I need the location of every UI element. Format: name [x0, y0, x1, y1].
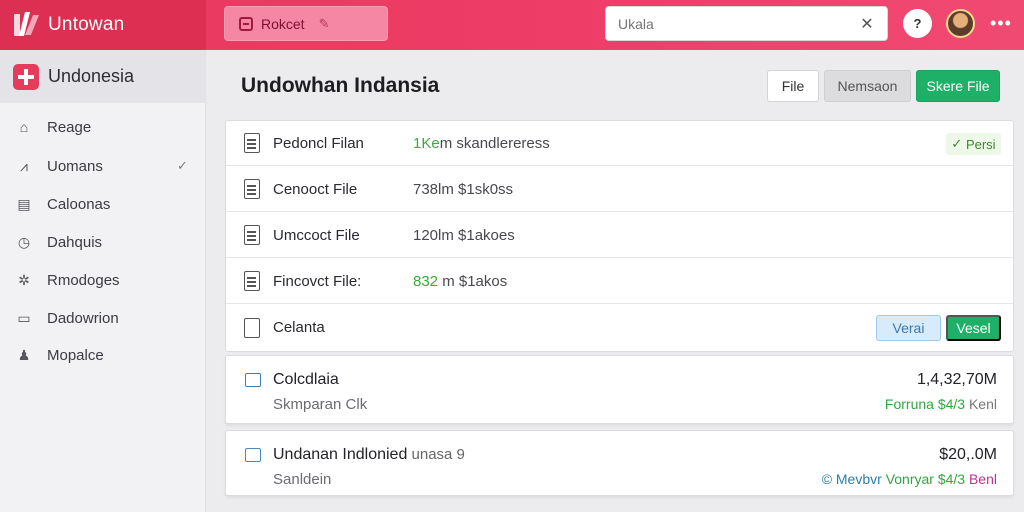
- document-icon: [244, 271, 260, 291]
- file-row[interactable]: Cenooct File 738lm $1sk0ss: [226, 167, 1013, 212]
- file-list: Pedoncl Filan 1Kem skandlereress ✓ Persi…: [225, 120, 1014, 352]
- clock-icon: ◷: [17, 233, 31, 250]
- file-name: Celanta: [273, 319, 325, 336]
- file-button[interactable]: File: [767, 70, 819, 102]
- pencil-icon: ✎: [318, 15, 330, 31]
- sidebar: Undonesia ⌂ Reage ⩘ Uomans ✓ ▤ Caloonas …: [0, 50, 206, 512]
- chart-icon: ⩘: [20, 157, 28, 174]
- more-icon[interactable]: •••: [990, 13, 1012, 34]
- file-name: Cenooct File: [273, 180, 358, 198]
- share-file-button[interactable]: Skere File: [916, 70, 1000, 102]
- sidebar-item-dahquis[interactable]: ◷ Dahquis: [0, 223, 206, 261]
- file-row[interactable]: Pedoncl Filan 1Kem skandlereress ✓ Persi: [226, 121, 1013, 166]
- document-icon: [244, 225, 260, 245]
- file-row[interactable]: Celanta Verai Vesel: [226, 305, 1013, 350]
- rocket-action-button[interactable]: Rokcet ✎: [224, 6, 388, 41]
- file-name: Umccoct File: [273, 226, 360, 244]
- sidebar-item-label: Dahquis: [47, 233, 103, 251]
- search-box[interactable]: ✕: [605, 6, 888, 41]
- file-meta: 832 m $1akos: [413, 272, 508, 290]
- status-badge: ✓ Persi: [946, 133, 1001, 155]
- sidebar-item-label: Caloonas: [47, 195, 111, 213]
- sidebar-item-dadowrion[interactable]: ▭ Dadowrion: [0, 299, 206, 337]
- gear-icon: ✲: [18, 271, 30, 288]
- summary-card[interactable]: Colcdlaia Skmparan Clk 1,4,32,70M Forrun…: [225, 355, 1014, 424]
- card-subtitle: Sanldein: [273, 471, 332, 488]
- sidebar-header-label: Undonesia: [48, 66, 135, 86]
- summary-card[interactable]: Undanan Indlonied unasa 9 Sanldein $20,.…: [225, 430, 1014, 496]
- document-icon: [244, 133, 260, 153]
- document-icon: [244, 179, 260, 199]
- monitor-icon: [245, 373, 261, 387]
- file-meta: 120lm $1akoes: [413, 226, 515, 244]
- page-title: Undowhan Indansia: [241, 74, 440, 97]
- user-icon: ♟: [17, 346, 31, 363]
- sidebar-item-label: Mopalce: [47, 346, 104, 364]
- card-title: Colcdlaia: [273, 371, 339, 388]
- sidebar-item-caloonas[interactable]: ▤ Caloonas: [0, 185, 206, 223]
- search-input[interactable]: [618, 15, 859, 32]
- file-row[interactable]: Umccoct File 120lm $1akoes: [226, 213, 1013, 258]
- clear-icon[interactable]: ✕: [859, 14, 875, 34]
- top-bar: Untowan Rokcet ✎ ✕ ? •••: [0, 0, 1024, 50]
- file-name: Pedoncl Filan: [273, 134, 364, 152]
- card-footer: Forruna $4/3 Kenl: [884, 396, 997, 412]
- calendar-icon: ▤: [17, 195, 31, 212]
- flag-icon: [13, 63, 39, 90]
- home-icon: ⌂: [19, 119, 29, 135]
- sidebar-item-rmodoges[interactable]: ✲ Rmodoges: [0, 261, 206, 299]
- chevron-down-icon[interactable]: ✓: [177, 158, 188, 174]
- sidebar-item-label: Rmodoges: [47, 271, 120, 289]
- sidebar-item-label: Reage: [47, 118, 92, 136]
- card-amount: 1,4,32,70M: [916, 371, 997, 388]
- sidebar-item-label: Dadowrion: [47, 309, 119, 327]
- card-title: Undanan Indlonied unasa 9: [273, 446, 465, 463]
- brand[interactable]: Untowan: [0, 0, 206, 50]
- help-icon[interactable]: ?: [903, 9, 932, 38]
- file-row[interactable]: Fincovct File: 832 m $1akos: [226, 259, 1013, 304]
- folder-icon: [239, 16, 253, 31]
- sidebar-item-reage[interactable]: ⌂ Reage: [0, 108, 206, 146]
- file-meta: 1Kem skandlereress: [413, 134, 550, 152]
- view-button[interactable]: Verai: [876, 315, 941, 341]
- sidebar-header[interactable]: Undonesia: [0, 50, 205, 103]
- brand-logo: [14, 12, 40, 38]
- rename-button[interactable]: Nemsaon: [824, 70, 911, 102]
- inbox-icon: ▭: [17, 309, 31, 326]
- vessel-button[interactable]: Vesel: [946, 315, 1001, 341]
- card-footer: © Mevbvr Vonryar $4/3 Benl: [821, 471, 997, 487]
- file-icon: [244, 317, 260, 338]
- checkbox-icon[interactable]: [245, 448, 261, 462]
- sidebar-item-label: Uomans: [47, 157, 103, 175]
- sidebar-item-mopalce[interactable]: ♟ Mopalce: [0, 336, 206, 374]
- card-subtitle: Skmparan Clk: [273, 396, 368, 413]
- file-meta: 738lm $1sk0ss: [413, 180, 514, 198]
- app-title: Untowan: [48, 14, 125, 35]
- file-name: Fincovct File:: [273, 272, 362, 290]
- avatar[interactable]: [946, 9, 975, 38]
- card-amount: $20,.0M: [939, 446, 997, 463]
- sidebar-item-uomans[interactable]: ⩘ Uomans ✓: [0, 147, 206, 185]
- rocket-action-label: Rokcet: [261, 15, 305, 32]
